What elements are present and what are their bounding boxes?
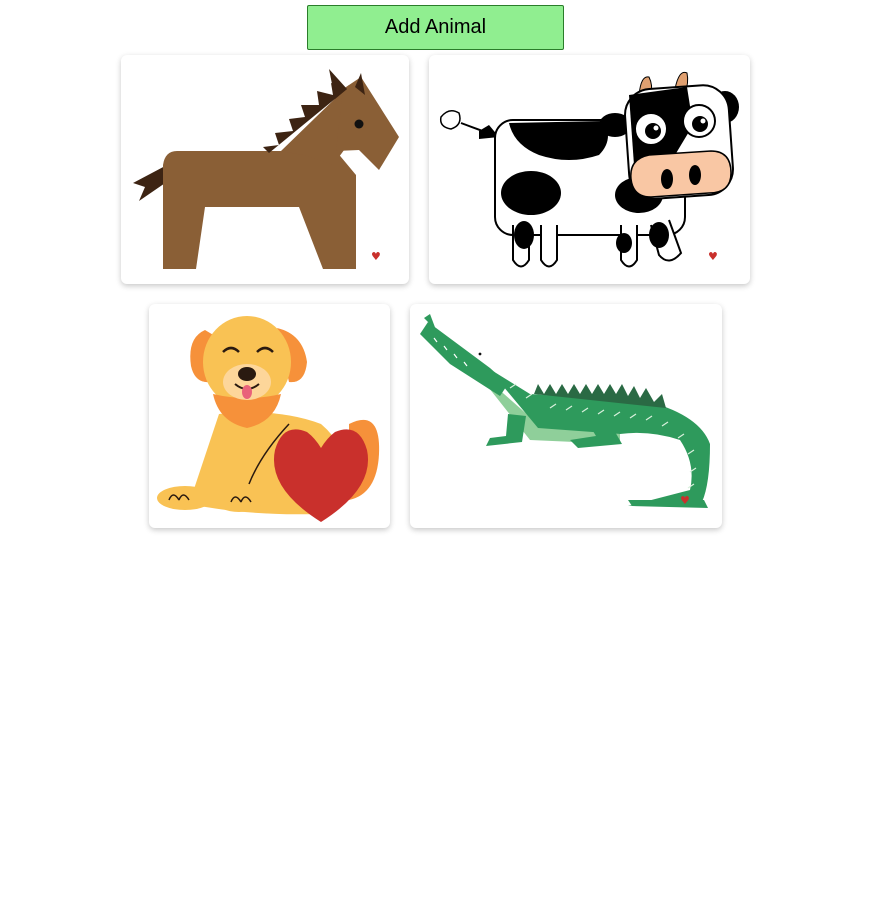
- heart-icon[interactable]: ♥: [680, 495, 690, 506]
- animal-card-cow[interactable]: ♥: [429, 55, 750, 284]
- crocodile-image: [420, 314, 710, 508]
- heart-icon[interactable]: ♥: [708, 251, 718, 262]
- animal-card-dog[interactable]: ♥: [149, 304, 390, 528]
- cow-image: [439, 71, 739, 268]
- dog-image: [157, 316, 380, 522]
- add-animal-button[interactable]: Add Animal: [307, 5, 564, 50]
- heart-icon[interactable]: ♥: [371, 251, 381, 262]
- animal-card-crocodile[interactable]: ♥: [410, 304, 722, 528]
- animal-gallery-page: Add Animal ♥ ♥ ♥: [0, 0, 869, 905]
- horse-image: [133, 69, 399, 269]
- animal-card-horse[interactable]: ♥: [121, 55, 409, 284]
